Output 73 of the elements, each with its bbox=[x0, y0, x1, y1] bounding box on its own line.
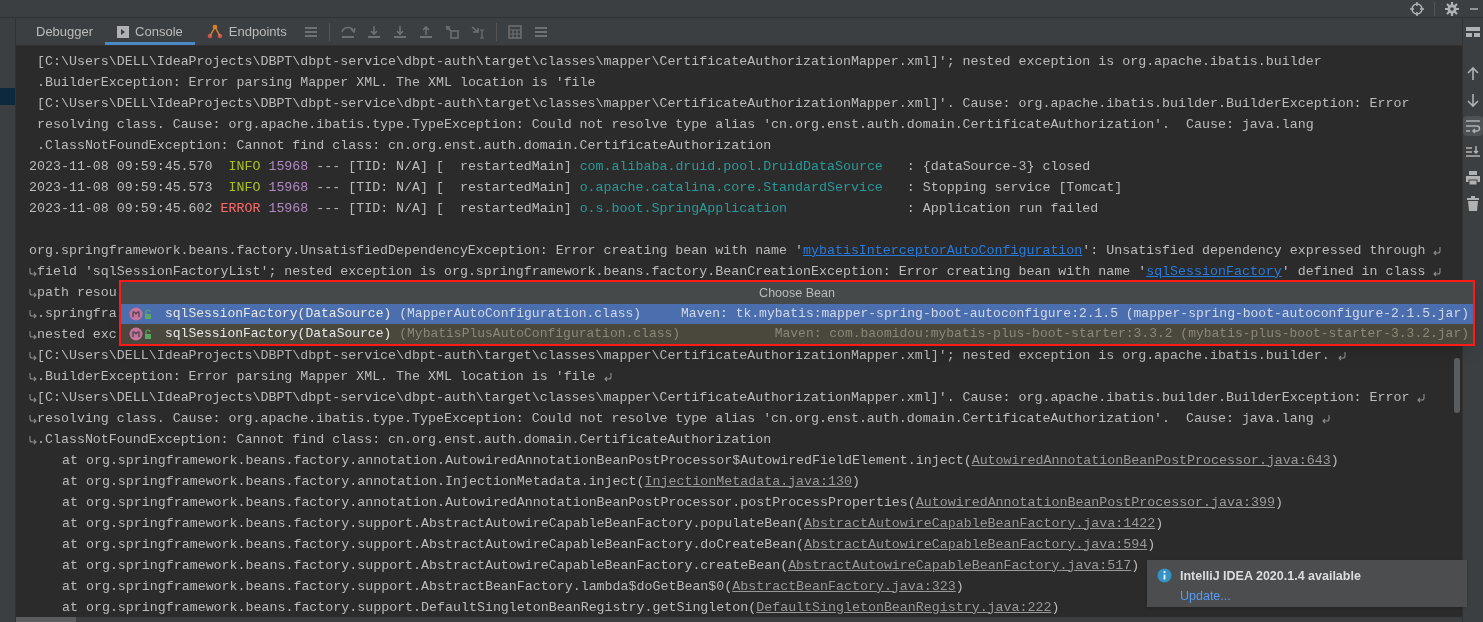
log-line: .BuilderException: Error parsing Mapper XML. The XML location is 'file bbox=[37, 367, 596, 386]
stack-trace-line: at org.springframework.beans.factory.support.AbstractAutowireCapableBeanFactory.populateBean(AbstractAutowireCapableBeanFactory.java:1422) bbox=[62, 514, 1164, 533]
stack-trace-line: at org.springframework.beans.factory.annotation.InjectionMetadata.inject(InjectionMetadata.java:130) bbox=[62, 472, 860, 491]
step-into-icon[interactable] bbox=[365, 23, 382, 40]
stack-trace-line: at org.springframework.beans.factory.annotation.AutowiredAnnotationBeanPostProcessor.postProcessProperties(AutowiredAnnotationBeanPostProcessor.java:399) bbox=[62, 493, 1283, 512]
log-line: resolving class. Cause: org.apache.ibatis.type.TypeException: Could not resolve type alias 'cn.org.enst.auth.domain.CertificateAuthorization'. Cause: java.lang bbox=[37, 409, 1314, 428]
stack-trace-line: at org.springframework.beans.factory.annotation.AutowiredAnnotationBeanPostProcessor$AutowiredFieldElement.inject(AutowiredAnnotationBeanPostProcessor.java:643) bbox=[62, 451, 1339, 470]
log-line: .ClassNotFoundException: Cannot find class: cn.org.enst.auth.domain.CertificateAuthorization bbox=[37, 136, 772, 155]
up-arrow-icon[interactable] bbox=[1465, 66, 1481, 82]
trash-icon[interactable] bbox=[1465, 196, 1481, 212]
stack-trace-line: at org.springframework.beans.factory.support.AbstractBeanFactory.lambda$doGetBean$0(AbstractBeanFactory.java:323) bbox=[62, 577, 964, 596]
source-link[interactable]: AutowiredAnnotationBeanPostProcessor.java:643 bbox=[971, 452, 1331, 468]
console-icon bbox=[117, 25, 130, 38]
force-step-into-icon[interactable] bbox=[391, 23, 408, 40]
source-link[interactable]: AutowiredAnnotationBeanPostProcessor.java:399 bbox=[915, 494, 1275, 510]
log-line: 2023-11-08 09:59:45.573 INFO 15968 --- [TID: N/A] [ restartedMain] o.apache.catalina.core.StandardService : Stopping service [Tomcat] bbox=[29, 178, 1123, 197]
log-line: [C:\Users\DELL\IdeaProjects\DBPT\dbpt-service\dbpt-auth\target\classes\mapper\CertificateAuthorizationMapper.xml]'; nested exception is org.apache.ibatis.builder bbox=[37, 52, 1322, 71]
log-line: [C:\Users\DELL\IdeaProjects\DBPT\dbpt-service\dbpt-auth\target\classes\mapper\CertificateAuthorizationMapper.xml]'. Cause: org.apache.ibatis.builder.BuilderException: Error bbox=[37, 388, 1410, 407]
method-icon bbox=[129, 306, 153, 322]
print-icon[interactable] bbox=[1465, 170, 1481, 186]
crosshair-icon[interactable] bbox=[1410, 1, 1424, 16]
log-line: .ClassNotFoundException: Cannot find class: cn.org.enst.auth.domain.CertificateAuthorization bbox=[37, 430, 772, 449]
log-line: 2023-11-08 09:59:45.570 INFO 15968 --- [TID: N/A] [ restartedMain] com.alibaba.druid.pool.DruidDataSource : {dataSource-3} closed bbox=[29, 157, 1091, 176]
popup-title: Choose Bean bbox=[121, 282, 1473, 304]
source-link[interactable]: AbstractAutowireCapableBeanFactory.java:594 bbox=[804, 536, 1148, 552]
log-line: .BuilderException: Error parsing Mapper XML. The XML location is 'file bbox=[37, 73, 596, 92]
settings-icon[interactable] bbox=[1445, 1, 1459, 16]
step-out-icon[interactable] bbox=[417, 23, 434, 40]
drop-frame-icon[interactable] bbox=[443, 23, 460, 40]
log-line: nested exc bbox=[37, 325, 117, 344]
log-line: .springfra bbox=[37, 304, 117, 323]
scrollbar-thumb[interactable] bbox=[1454, 358, 1460, 413]
stack-trace-line: at org.springframework.beans.factory.support.DefaultSingletonBeanRegistry.getSingleton(DefaultSingletonBeanRegistry.java:222) bbox=[62, 598, 1060, 617]
horizontal-scrollbar-thumb[interactable] bbox=[16, 617, 76, 622]
tab[interactable]: Console bbox=[105, 18, 195, 45]
log-line: resolving class. Cause: org.apache.ibatis.type.TypeException: Could not resolve type alias 'cn.org.enst.auth.domain.CertificateAuthorization'. Cause: java.lang bbox=[37, 115, 1314, 134]
method-icon bbox=[129, 326, 153, 342]
source-link[interactable]: AbstractAutowireCapableBeanFactory.java:517 bbox=[788, 557, 1132, 573]
down-arrow-icon[interactable] bbox=[1465, 92, 1481, 108]
layout-icon[interactable] bbox=[1465, 24, 1481, 40]
bean-link[interactable]: mybatisInterceptorAutoConfiguration bbox=[803, 242, 1083, 258]
stack-trace-line: at org.springframework.beans.factory.support.AbstractAutowireCapableBeanFactory.doCreateBean(AbstractAutowireCapableBeanFactory.java:594) bbox=[62, 535, 1156, 554]
source-link[interactable]: DefaultSingletonBeanRegistry.java:222 bbox=[756, 599, 1052, 615]
tab[interactable]: Debugger bbox=[24, 18, 106, 45]
log-line: [C:\Users\DELL\IdeaProjects\DBPT\dbpt-service\dbpt-auth\target\classes\mapper\CertificateAuthorizationMapper.xml]'. Cause: org.apache.ibatis.builder.BuilderException: Error bbox=[37, 94, 1410, 113]
configuration-class: (MybatisPlusAutoConfiguration.class) bbox=[399, 325, 681, 344]
run-to-cursor-icon[interactable] bbox=[469, 23, 486, 40]
endpoints-icon bbox=[206, 24, 223, 39]
method-name: sqlSessionFactory(DataSource) bbox=[165, 325, 392, 344]
configuration-class: (MapperAutoConfiguration.class) bbox=[399, 305, 642, 324]
method-name: sqlSessionFactory(DataSource) bbox=[165, 305, 392, 324]
bean-option[interactable]: sqlSessionFactory(DataSource) (MapperAutoConfiguration.class) Maven: tk.mybatis:mapper-spring-boot-autoconfigure:2.1.5 (mapper-spring-boot-autoconfigure-2.1.5.jar) bbox=[121, 304, 1473, 324]
scroll-to-end-icon[interactable] bbox=[1465, 144, 1481, 160]
stack-trace-line: at org.springframework.beans.factory.support.AbstractAutowireCapableBeanFactory.createBean(AbstractAutowireCapableBeanFactory.java:517) bbox=[62, 556, 1140, 575]
update-link[interactable]: Update... bbox=[1180, 586, 1231, 606]
info-icon bbox=[1157, 568, 1172, 583]
soft-wrap-toggle[interactable] bbox=[1463, 116, 1483, 136]
source-link[interactable]: AbstractBeanFactory.java:323 bbox=[732, 578, 956, 594]
log-line: 2023-11-08 09:59:45.602 ERROR 15968 --- [TID: N/A] [ restartedMain] o.s.boot.SpringApplication : Application run failed bbox=[29, 199, 1099, 218]
bean-link[interactable]: sqlSessionFactory bbox=[1146, 263, 1282, 279]
source-link[interactable]: InjectionMetadata.java:130 bbox=[644, 473, 852, 489]
log-line: [C:\Users\DELL\IdeaProjects\DBPT\dbpt-service\dbpt-auth\target\classes\mapper\CertificateAuthorizationMapper.xml]'; nested exception is org.apache.ibatis.builder. bbox=[37, 346, 1330, 365]
library-source: Maven: com.baomidou:mybatis-plus-boot-starter:3.3.2 (mybatis-plus-boot-starter-3.3.2.jar) bbox=[774, 325, 1469, 344]
log-line: path resou bbox=[37, 283, 117, 302]
selected-row-marker bbox=[0, 88, 15, 105]
log-line: field 'sqlSessionFactoryList'; nested exception is org.springframework.beans.factory.BeanCreationException: Error creating bean with name 'sqlSessionFactory' defined in class bbox=[37, 262, 1426, 281]
library-source: Maven: tk.mybatis:mapper-spring-boot-autoconfigure:2.1.5 (mapper-spring-boot-autoconfigure-2.1.5.jar) bbox=[681, 305, 1469, 324]
notification-title: IntelliJ IDEA 2020.1.4 available bbox=[1180, 568, 1361, 585]
tab[interactable]: Endpoints bbox=[194, 18, 299, 45]
bean-option[interactable]: sqlSessionFactory(DataSource) (MybatisPlusAutoConfiguration.class) Maven: com.baomidou:mybatis-plus-boot-starter:3.3.2 (mybatis-plus-boot-starter-3.3.2.jar) bbox=[121, 324, 1473, 344]
log-line: org.springframework.beans.factory.UnsatisfiedDependencyException: Error creating bean with name 'mybatisInterceptorAutoConfiguration': Unsatisfied dependency expressed through bbox=[29, 241, 1426, 260]
calculator-icon[interactable] bbox=[506, 23, 523, 40]
source-link[interactable]: AbstractAutowireCapableBeanFactory.java:1422 bbox=[804, 515, 1156, 531]
